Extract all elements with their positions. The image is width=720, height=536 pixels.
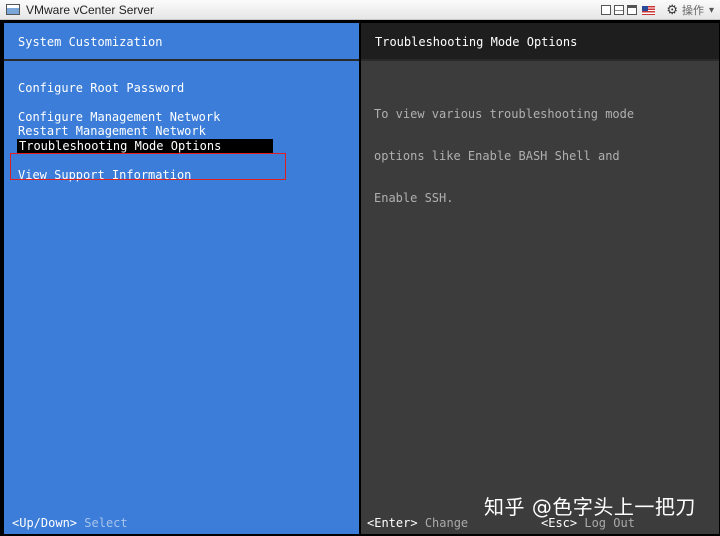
menu-item-configure-root-password[interactable]: Configure Root Password xyxy=(18,81,184,95)
left-panel-title: System Customization xyxy=(18,35,163,49)
help-line-2: options like Enable BASH Shell and xyxy=(374,149,620,163)
window-maximize-icon[interactable] xyxy=(627,5,638,15)
title-bar: VMware vCenter Server ⚙ 操作 ▾ xyxy=(0,0,720,20)
title-controls: ⚙ 操作 ▾ xyxy=(601,2,714,18)
left-footer-hint: <Up/Down> Select xyxy=(12,516,128,530)
vmware-console-icon xyxy=(6,4,20,15)
right-footer-hint-enter: <Enter> Change xyxy=(367,516,468,530)
menu-item-configure-management-network[interactable]: Configure Management Network xyxy=(18,110,220,124)
us-flag-icon[interactable] xyxy=(642,5,656,15)
right-panel-header: Troubleshooting Mode Options xyxy=(361,23,719,61)
system-customization-panel: System Customization Configure Root Pass… xyxy=(4,23,359,534)
menu-item-troubleshooting-mode-options[interactable]: Troubleshooting Mode Options xyxy=(17,139,273,153)
red-highlight-annotation xyxy=(10,153,286,180)
menu-item-restart-management-network[interactable]: Restart Management Network xyxy=(18,124,206,138)
zhihu-watermark: 知乎 @色字头上一把刀 xyxy=(484,495,696,519)
help-line-1: To view various troubleshooting mode xyxy=(374,107,635,121)
window-title: VMware vCenter Server xyxy=(26,2,155,17)
help-line-3: Enable SSH. xyxy=(374,191,454,205)
left-panel-header: System Customization xyxy=(4,23,359,61)
window-restore-icon[interactable] xyxy=(614,5,625,15)
action-menu-label[interactable]: 操作 xyxy=(682,2,704,18)
chevron-down-icon[interactable]: ▾ xyxy=(709,5,714,16)
gear-icon[interactable]: ⚙ xyxy=(666,3,678,17)
help-description: To view various troubleshooting mode opt… xyxy=(374,79,634,233)
right-panel-title: Troubleshooting Mode Options xyxy=(375,35,578,49)
window-minimize-icon[interactable] xyxy=(601,5,612,15)
footer-action-select: Select xyxy=(84,516,128,530)
footer-action-change: Change xyxy=(424,516,469,530)
footer-key-enter: <Enter> xyxy=(367,516,418,530)
vcenter-console-window: VMware vCenter Server ⚙ 操作 ▾ System Cust… xyxy=(0,0,720,536)
footer-key-up-down: <Up/Down> xyxy=(12,516,78,530)
